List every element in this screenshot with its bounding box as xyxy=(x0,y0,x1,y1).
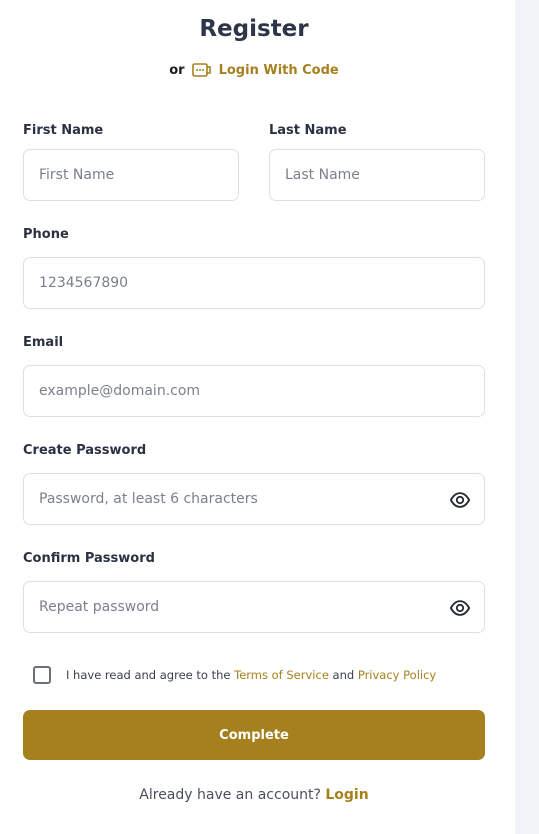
agreement-prefix: I have read and agree to the xyxy=(66,668,231,682)
footer: Already have an account? Login xyxy=(23,787,485,803)
or-text: or xyxy=(169,62,185,78)
terms-of-service-link[interactable]: Terms of Service xyxy=(234,668,329,682)
email-input[interactable]: example@domain.com xyxy=(23,365,485,417)
footer-prompt: Already have an account? xyxy=(139,787,321,803)
eye-icon[interactable] xyxy=(449,489,471,511)
confirm-password-placeholder: Repeat password xyxy=(39,599,160,615)
last-name-input[interactable]: Last Name xyxy=(269,149,485,201)
phone-placeholder: 1234567890 xyxy=(39,275,129,291)
agreement-text: I have read and agree to the Terms of Se… xyxy=(66,668,436,682)
alt-login-row: or Login With Code xyxy=(23,62,485,78)
phone-input[interactable]: 1234567890 xyxy=(23,257,485,309)
complete-button[interactable]: Complete xyxy=(23,710,485,760)
email-label: Email xyxy=(23,335,64,350)
privacy-policy-link[interactable]: Privacy Policy xyxy=(358,668,436,682)
eye-icon[interactable] xyxy=(449,597,471,619)
login-with-code-link[interactable]: Login With Code xyxy=(191,62,339,78)
last-name-label: Last Name xyxy=(269,123,347,138)
phone-label: Phone xyxy=(23,227,69,242)
create-password-label: Create Password xyxy=(23,443,147,458)
login-link[interactable]: Login xyxy=(325,787,368,803)
agreement-and: and xyxy=(332,668,355,682)
first-name-label: First Name xyxy=(23,123,104,138)
first-name-input[interactable]: First Name xyxy=(23,149,239,201)
side-panel xyxy=(515,0,539,834)
last-name-placeholder: Last Name xyxy=(285,167,360,183)
password-input[interactable]: Password, at least 6 characters xyxy=(23,473,485,525)
page-title: Register xyxy=(199,16,309,42)
agree-checkbox[interactable] xyxy=(33,666,51,684)
password-placeholder: Password, at least 6 characters xyxy=(39,491,258,507)
code-icon xyxy=(191,63,211,77)
confirm-password-label: Confirm Password xyxy=(23,551,155,566)
email-placeholder: example@domain.com xyxy=(39,383,201,399)
login-with-code-label: Login With Code xyxy=(218,62,339,78)
agreement-row: I have read and agree to the Terms of Se… xyxy=(33,666,436,684)
confirm-password-input[interactable]: Repeat password xyxy=(23,581,485,633)
first-name-placeholder: First Name xyxy=(39,167,115,183)
